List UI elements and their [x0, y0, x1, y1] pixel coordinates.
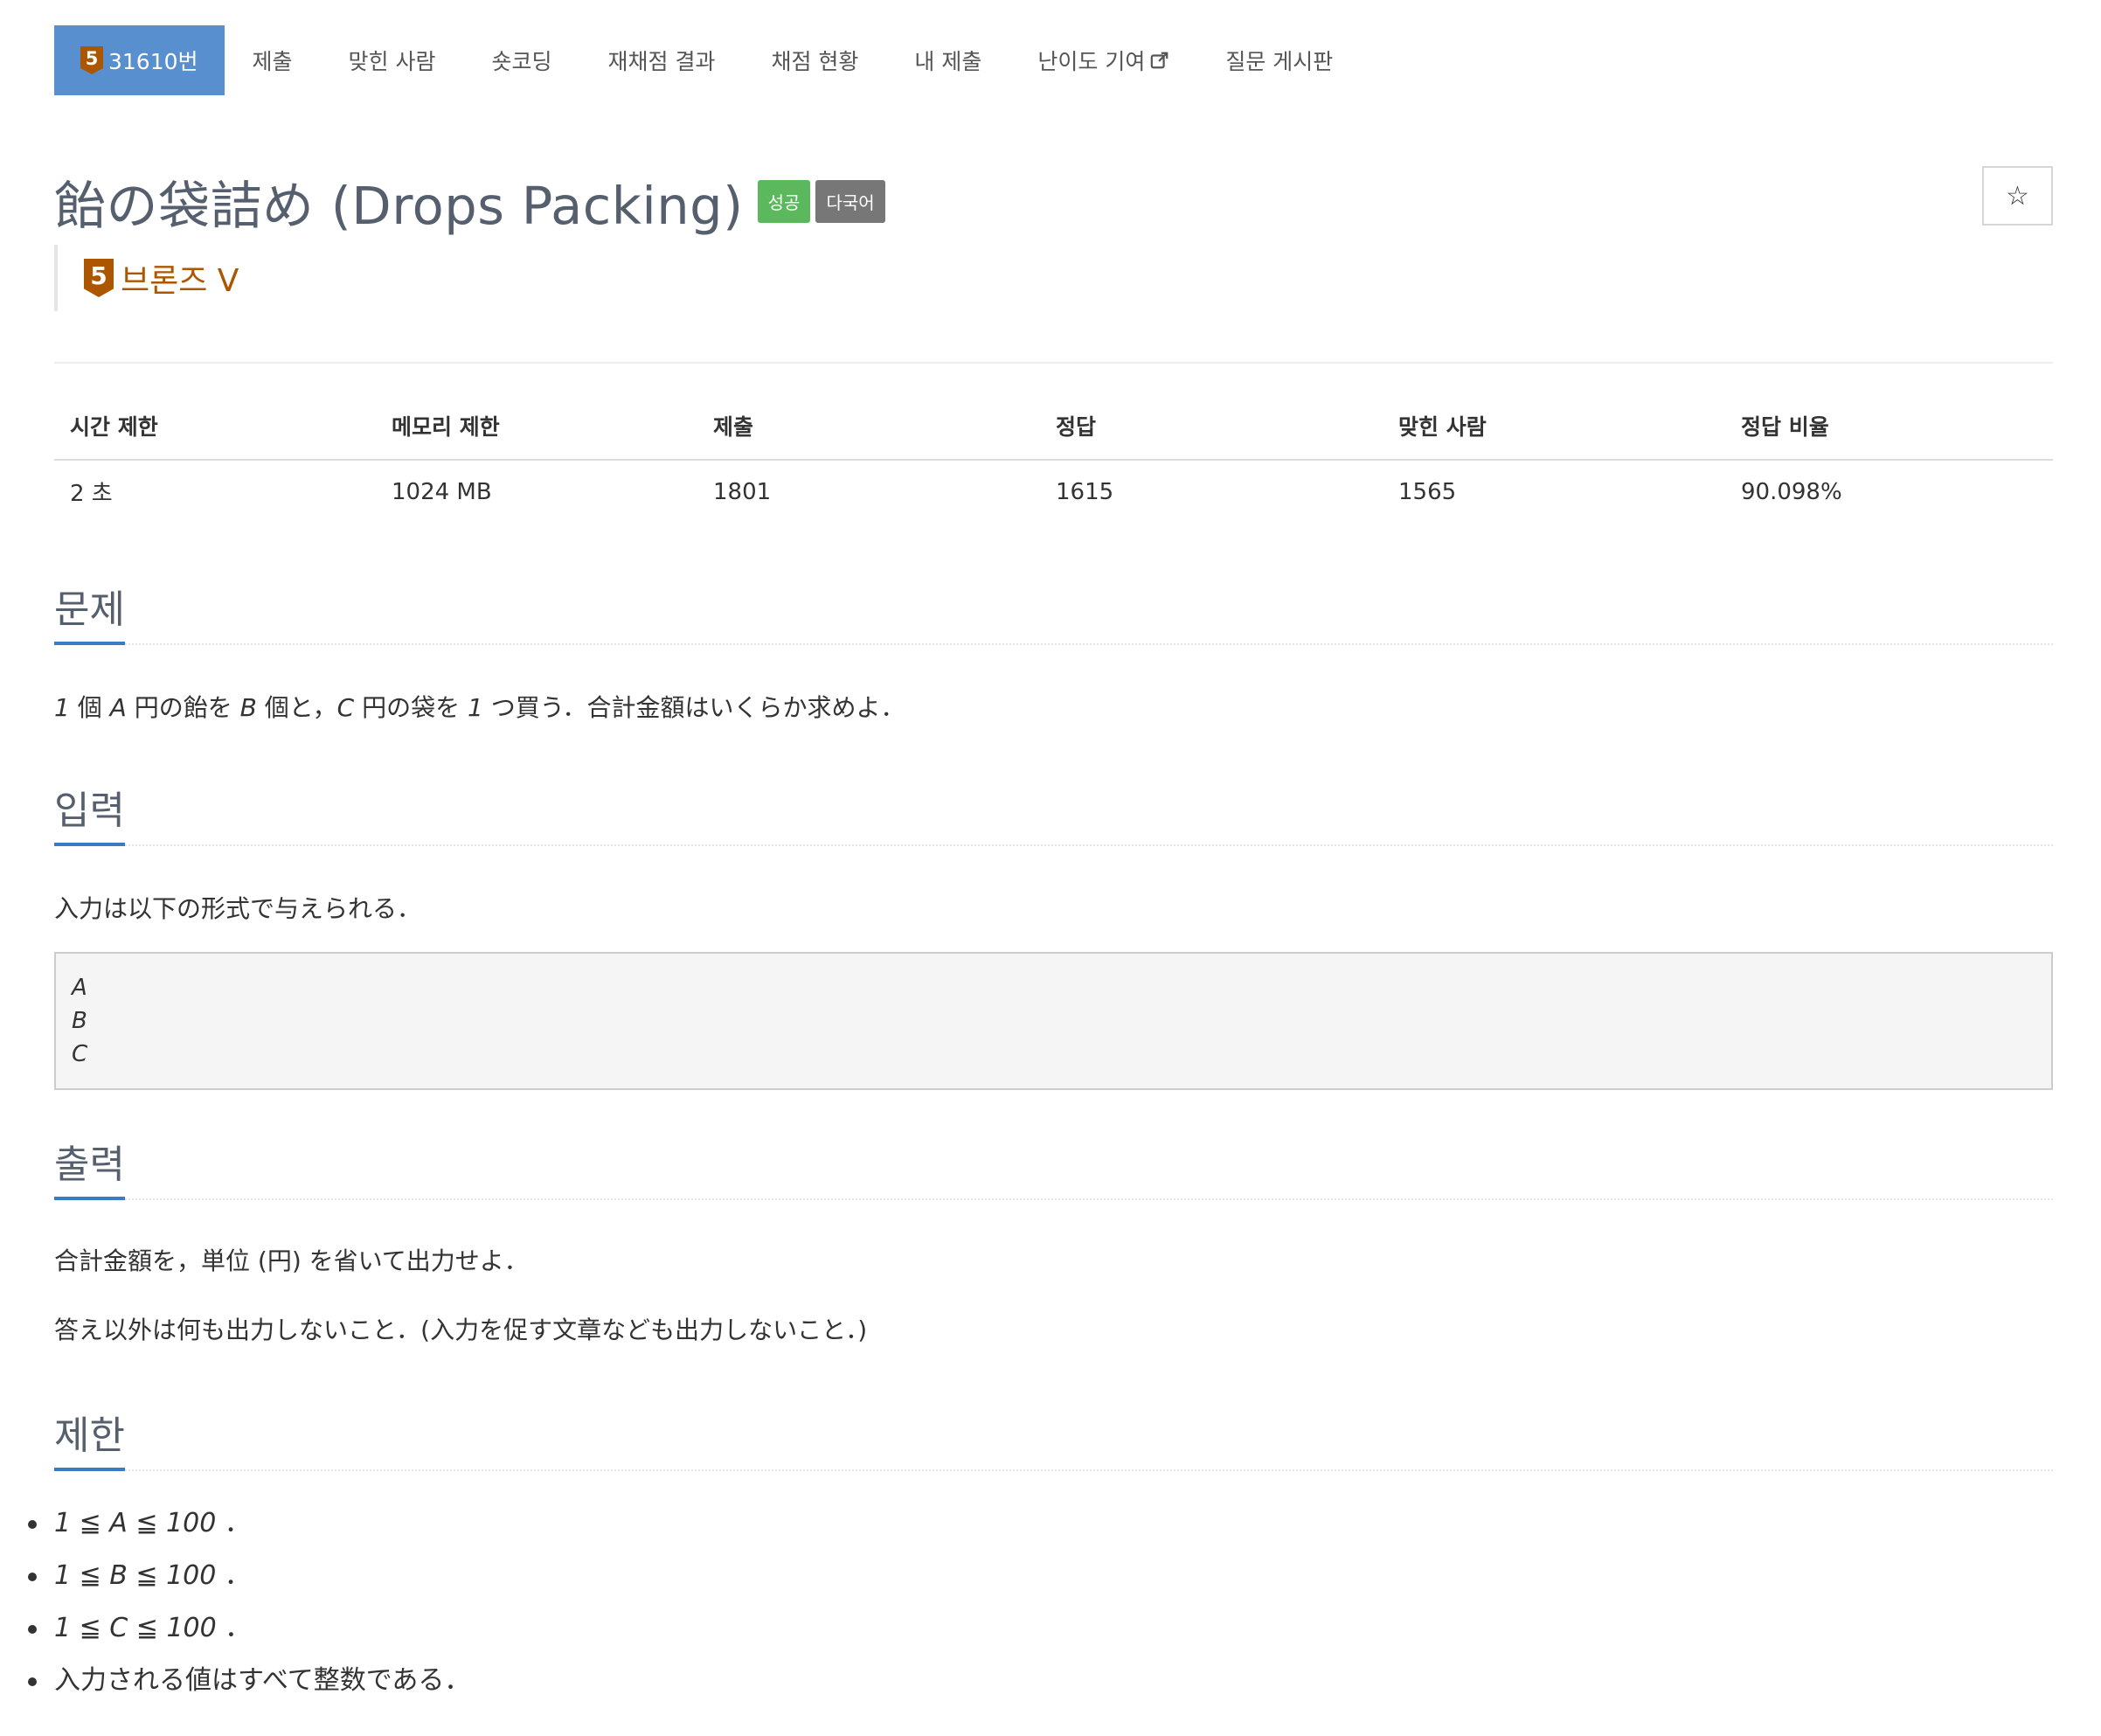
divider [54, 362, 2053, 364]
tab-question-board[interactable]: 질문 게시판 [1197, 25, 1361, 95]
description-heading: 문제 [54, 591, 125, 645]
success-badge: 성공 [757, 180, 811, 223]
tab-rejudge-results[interactable]: 재채점 결과 [580, 25, 744, 95]
problem-tab-nav: 5 31610번 제출 맞힌 사람 숏코딩 재채점 결과 채점 현황 내 제출 … [54, 25, 1361, 95]
header-time-limit: 시간 제한 [54, 399, 376, 461]
bronze-tier-icon: 5 [84, 259, 114, 297]
description-text: 1 個 A 円の飴を B 個と，C 円の袋を 1 つ買う．合計金額はいくらか求め… [54, 691, 2053, 725]
tab-solved-users-label: 맞힌 사람 [348, 49, 436, 74]
text-segment: つ買う．合計金額はいくらか求めよ． [482, 693, 905, 722]
limit-suffix: ． [224, 1508, 251, 1538]
star-icon: ☆ [2006, 180, 2029, 212]
problem-title-row: 飴の袋詰め (Drops Packing) 성공 다국어 [54, 164, 885, 239]
section-header: 문제 [54, 577, 2053, 645]
tab-judge-status[interactable]: 채점 현황 [743, 25, 886, 95]
header-submissions: 제출 [697, 399, 1040, 461]
bronze-tier-icon: 5 [80, 46, 103, 74]
header-accept-ratio: 정답 비율 [1725, 399, 2053, 461]
list-item: 入力される値はすべて整数である． [28, 1655, 2053, 1707]
section-header: 입력 [54, 778, 2053, 846]
list-item: 1 ≦ C ≦ 100 ． [28, 1602, 2053, 1655]
math-var: C [336, 693, 355, 722]
problem-title: 飴の袋詰め (Drops Packing) [54, 176, 744, 236]
tab-my-submissions[interactable]: 내 제출 [886, 25, 1009, 95]
input-text: 入力は以下の形式で与えられる． [54, 894, 422, 923]
input-format-line: B [72, 1008, 87, 1035]
header-accepted: 정답 [1040, 399, 1383, 461]
section-header: 출력 [54, 1132, 2053, 1200]
value-time-limit: 2 초 [70, 481, 113, 507]
math-var: B [239, 693, 257, 722]
value-accept-ratio: 90.098% [1741, 478, 1842, 505]
tab-submit[interactable]: 제출 [225, 25, 321, 95]
favorite-star-button[interactable]: ☆ [1982, 166, 2053, 226]
text-segment: 個と， [256, 693, 337, 722]
list-item: 1 ≦ A ≦ 100 ． [28, 1497, 2053, 1550]
output-text: 答え以外は何も出力しないこと．(入力を促す文章なども出力しないこと．) [54, 1316, 868, 1345]
tab-difficulty-contribution-label: 난이도 기여 [1037, 49, 1146, 74]
tab-problem-label: 31610번 [108, 49, 198, 74]
tier-name: 브론즈 V [121, 263, 239, 299]
text-segment: 円の飴を [126, 693, 240, 722]
value-memory-limit: 1024 MB [392, 478, 492, 505]
tab-solved-users[interactable]: 맞힌 사람 [321, 25, 464, 95]
limits-list: 1 ≦ A ≦ 100 ． 1 ≦ B ≦ 100 ． 1 ≦ C ≦ 100 … [28, 1497, 2053, 1707]
table-header-row: 시간 제한 메모리 제한 제출 정답 맞힌 사람 정답 비율 [54, 399, 2053, 461]
tab-submit-label: 제출 [252, 49, 293, 74]
output-text: 合計金額を，単位 (円) を省いて出力せよ． [54, 1246, 529, 1275]
tab-problem[interactable]: 5 31610번 [54, 25, 225, 95]
input-format-line: C [72, 1041, 88, 1068]
input-heading: 입력 [54, 792, 125, 846]
value-accepted: 1615 [1056, 478, 1114, 505]
text-segment: 円の袋を [354, 693, 468, 722]
input-section: 입력 入力は以下の形式で与えられる． A B C [54, 778, 2053, 1091]
list-item: 1 ≦ B ≦ 100 ． [28, 1550, 2053, 1602]
tab-rejudge-results-label: 재채점 결과 [607, 49, 716, 74]
multilang-badge: 다국어 [815, 180, 885, 223]
limit-expression: 1 ≦ B ≦ 100 [54, 1560, 217, 1591]
tab-short-coding[interactable]: 숏코딩 [464, 25, 580, 95]
output-heading: 출력 [54, 1146, 125, 1200]
problem-info-table: 시간 제한 메모리 제한 제출 정답 맞힌 사람 정답 비율 2 초 1024 … [54, 399, 2053, 523]
input-format-box: A B C [54, 952, 2053, 1091]
limits-section: 제한 1 ≦ A ≦ 100 ． 1 ≦ B ≦ 100 ． 1 ≦ C ≦ 1… [28, 1403, 2053, 1707]
limit-expression: 1 ≦ A ≦ 100 [54, 1508, 217, 1538]
output-section: 출력 合計金額を，単位 (円) を省いて出力せよ． 答え以外は何も出力しないこと… [54, 1132, 2053, 1347]
tab-judge-status-label: 채점 현황 [771, 49, 859, 74]
tab-my-submissions-label: 내 제출 [914, 49, 982, 74]
value-solved-users: 1565 [1398, 478, 1457, 505]
math-var: A [109, 693, 127, 722]
header-memory-limit: 메모리 제한 [376, 399, 697, 461]
input-format-line: A [72, 975, 87, 1002]
math-var: 1 [54, 693, 70, 722]
problem-page: 5 31610번 제출 맞힌 사람 숏코딩 재채점 결과 채점 현황 내 제출 … [0, 0, 2101, 1736]
value-submissions: 1801 [713, 478, 772, 505]
tab-short-coding-label: 숏코딩 [491, 49, 552, 74]
limit-suffix: ． [225, 1613, 252, 1643]
tab-question-board-label: 질문 게시판 [1225, 49, 1334, 74]
limit-suffix: ． [224, 1560, 251, 1591]
text-segment: 個 [69, 693, 110, 722]
math-var: 1 [467, 693, 483, 722]
external-link-icon [1151, 52, 1168, 69]
header-solved-users: 맞힌 사람 [1383, 399, 1725, 461]
limit-text: 入力される値はすべて整数である． [54, 1665, 471, 1696]
table-row: 2 초 1024 MB 1801 1615 1565 90.098% [54, 460, 2053, 523]
description-section: 문제 1 個 A 円の飴を B 個と，C 円の袋を 1 つ買う．合計金額はいくら… [54, 577, 2053, 725]
limits-heading: 제한 [54, 1417, 125, 1471]
section-header: 제한 [54, 1403, 2053, 1471]
tab-difficulty-contribution[interactable]: 난이도 기여 [1009, 25, 1197, 95]
limit-expression: 1 ≦ C ≦ 100 [54, 1613, 217, 1643]
problem-tier[interactable]: 5 브론즈 V [54, 245, 239, 311]
